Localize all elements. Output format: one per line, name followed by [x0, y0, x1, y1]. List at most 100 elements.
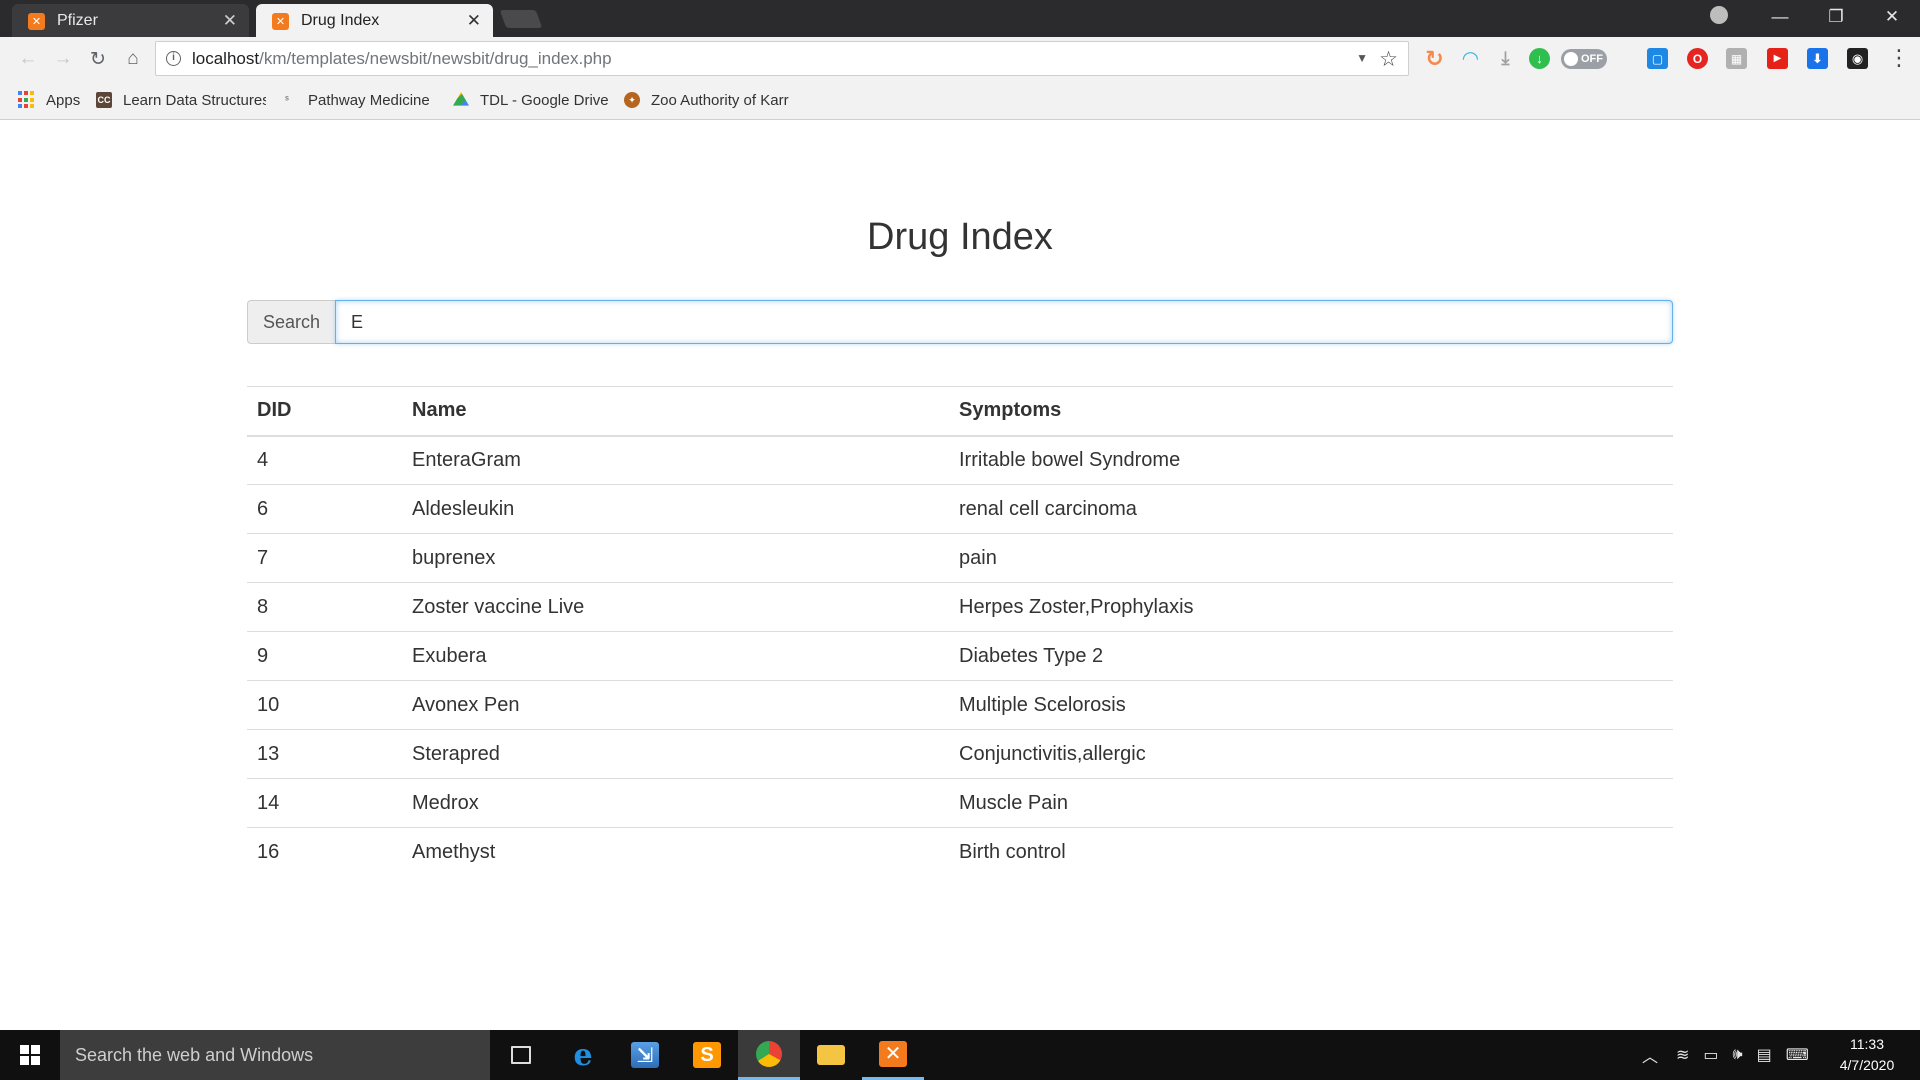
task-view-icon [511, 1046, 531, 1064]
windows-logo-icon [20, 1045, 40, 1065]
bookmark-label: Learn Data Structures [123, 91, 266, 109]
taskbar-chrome[interactable] [738, 1030, 800, 1080]
reload-icon[interactable]: ↻ [84, 45, 112, 73]
taskbar-search-placeholder: Search the web and Windows [75, 1044, 314, 1065]
tab-drug-index[interactable]: ✕ Drug Index ✕ [256, 4, 493, 37]
taskbar-file-explorer[interactable] [800, 1030, 862, 1080]
bookmark-tdl-google-drive[interactable]: TDL - Google Drive [453, 89, 609, 111]
page-content: Drug Index Search DID Name Symptoms 4 En… [0, 121, 1920, 1029]
profile-icon[interactable] [1710, 6, 1728, 24]
tab-pfizer[interactable]: ✕ Pfizer ✕ [12, 4, 249, 37]
cell-name: EnteraGram [412, 448, 521, 471]
xampp-icon: ✕ [28, 13, 45, 30]
page-title: Drug Index [867, 216, 1053, 258]
extension-toggle[interactable]: OFF [1561, 49, 1607, 69]
bookmark-apps[interactable]: Apps [18, 89, 80, 111]
cell-symptoms: Conjunctivitis,allergic [949, 729, 1673, 779]
cell-symptoms: Diabetes Type 2 [949, 631, 1673, 681]
cell-name: Zoster vaccine Live [402, 582, 949, 632]
headphones-icon[interactable]: ◠ [1460, 48, 1481, 70]
square-extension-icon[interactable]: ▢ [1647, 48, 1668, 69]
extension-refresh-icon[interactable]: ↻ [1424, 46, 1445, 71]
taskbar-xampp[interactable]: ✕ [862, 1030, 924, 1080]
drug-table: DID Name Symptoms 4 EnteraGram Irritable… [247, 386, 1673, 877]
taskbar-search-box[interactable]: Search the web and Windows [60, 1030, 490, 1080]
new-tab-button[interactable] [499, 10, 543, 28]
close-window-icon[interactable]: ✕ [1864, 0, 1920, 34]
bookmark-label: Apps [46, 91, 81, 109]
cell-did: 6 [247, 484, 402, 534]
camera-icon[interactable]: ◉ [1847, 48, 1868, 69]
forward-arrow-icon[interactable]: → [49, 45, 77, 73]
zoo-emblem-icon: ✦ [624, 92, 640, 108]
bookmark-label: Zoo Authority of Karr [651, 91, 789, 109]
cell-did: 10 [247, 680, 402, 730]
menu-dots-icon[interactable]: ⋮ [1888, 45, 1910, 71]
table-row: 16 Amethyst Birth control [247, 827, 1673, 877]
google-drive-icon [453, 92, 469, 106]
window-controls: — ❐ ✕ [1752, 0, 1920, 34]
cell-did: 16 [247, 827, 402, 877]
screen: ✕ Pfizer ✕ ✕ Drug Index ✕ — ❐ ✕ ← → ↻ ⌂ … [0, 0, 1920, 1080]
cell-symptoms: Multiple Scelorosis [949, 680, 1673, 730]
system-clock[interactable]: 11:33 4/7/2020 [1826, 1034, 1908, 1076]
browser-toolbar: ← → ↻ ⌂ i localhost/km/templates/newsbit… [0, 37, 1920, 80]
cell-name: Avonex Pen [402, 680, 949, 730]
header-symptoms: Symptoms [949, 386, 1673, 437]
taskbar-sublime[interactable]: S [676, 1030, 738, 1080]
battery-icon[interactable]: ▭ [1703, 1045, 1718, 1065]
info-icon[interactable]: i [166, 51, 181, 66]
taskbar-store[interactable]: ⇲ [614, 1030, 676, 1080]
cell-name: Aldesleukin [402, 484, 949, 534]
search-label: Search [247, 300, 335, 344]
apps-grid-icon [18, 91, 36, 109]
table-row: 7 buprenex pain [247, 533, 1673, 583]
cell-name: Medrox [402, 778, 949, 828]
cell-symptoms: Herpes Zoster,Prophylaxis [949, 582, 1673, 632]
cell-did: 14 [247, 778, 402, 828]
youtube-icon[interactable]: ▶ [1767, 48, 1788, 69]
table-row: 4 EnteraGram Irritable bowel Syndrome [247, 436, 1673, 485]
cell-did: 13 [247, 729, 402, 779]
bookmark-star-icon[interactable]: ☆ [1379, 47, 1398, 72]
bookmark-label: TDL - Google Drive [480, 91, 609, 109]
cell-symptoms: pain [949, 533, 1673, 583]
cell-symptoms: Birth control [949, 827, 1673, 877]
table-row: 10 Avonex Pen Multiple Scelorosis [247, 680, 1673, 730]
download-tray-icon[interactable]: ⤓ [1495, 48, 1516, 69]
cell-name: Amethyst [402, 827, 949, 877]
tab-close-icon[interactable]: ✕ [223, 12, 237, 29]
bookmark-zoo-authority[interactable]: ✦ Zoo Authority of Karr [624, 89, 796, 111]
home-icon[interactable]: ⌂ [119, 45, 147, 73]
download-arrow-icon[interactable]: ↓ [1529, 48, 1550, 69]
opera-icon[interactable]: O [1687, 48, 1708, 69]
cell-name: Sterapred [402, 729, 949, 779]
chevron-down-icon[interactable]: ▼ [1356, 51, 1368, 65]
task-view-button[interactable] [490, 1030, 552, 1080]
taskbar-edge[interactable]: e [552, 1030, 614, 1080]
bookmark-learn-data-structures[interactable]: CC Learn Data Structures [96, 89, 266, 111]
search-input[interactable] [335, 300, 1673, 344]
start-button[interactable] [0, 1030, 60, 1080]
keyboard-icon[interactable]: ⌨ [1786, 1045, 1809, 1065]
restore-icon[interactable]: ❐ [1808, 0, 1864, 34]
clock-time: 11:33 [1850, 1036, 1884, 1052]
table-row: 6 Aldesleukin renal cell carcinoma [247, 484, 1673, 534]
pathway-icon: ˢ [284, 94, 290, 106]
action-center-icon[interactable]: ▤ [1757, 1045, 1772, 1065]
back-arrow-icon[interactable]: ← [14, 45, 42, 73]
url-text: localhost/km/templates/newsbit/newsbit/d… [192, 48, 612, 68]
volume-icon[interactable]: 🕪 [1733, 1046, 1743, 1064]
save-download-icon[interactable]: ⬇ [1807, 48, 1828, 69]
address-bar[interactable]: i localhost/km/templates/newsbit/newsbit… [155, 41, 1409, 76]
tab-close-icon[interactable]: ✕ [467, 12, 481, 29]
minimize-icon[interactable]: — [1752, 0, 1808, 34]
bookmark-pathway-medicine[interactable]: ˢ Pathway Medicine [280, 89, 430, 111]
tab-title: Pfizer [57, 11, 98, 29]
network-icon[interactable]: ≋ [1676, 1045, 1689, 1065]
chevron-up-icon[interactable]: ︿ [1642, 1043, 1658, 1067]
puzzle-extension-icon[interactable]: ▦ [1726, 48, 1747, 69]
cell-did: 7 [247, 533, 402, 583]
cell-did: 4 [257, 448, 269, 471]
folder-icon [817, 1045, 845, 1065]
